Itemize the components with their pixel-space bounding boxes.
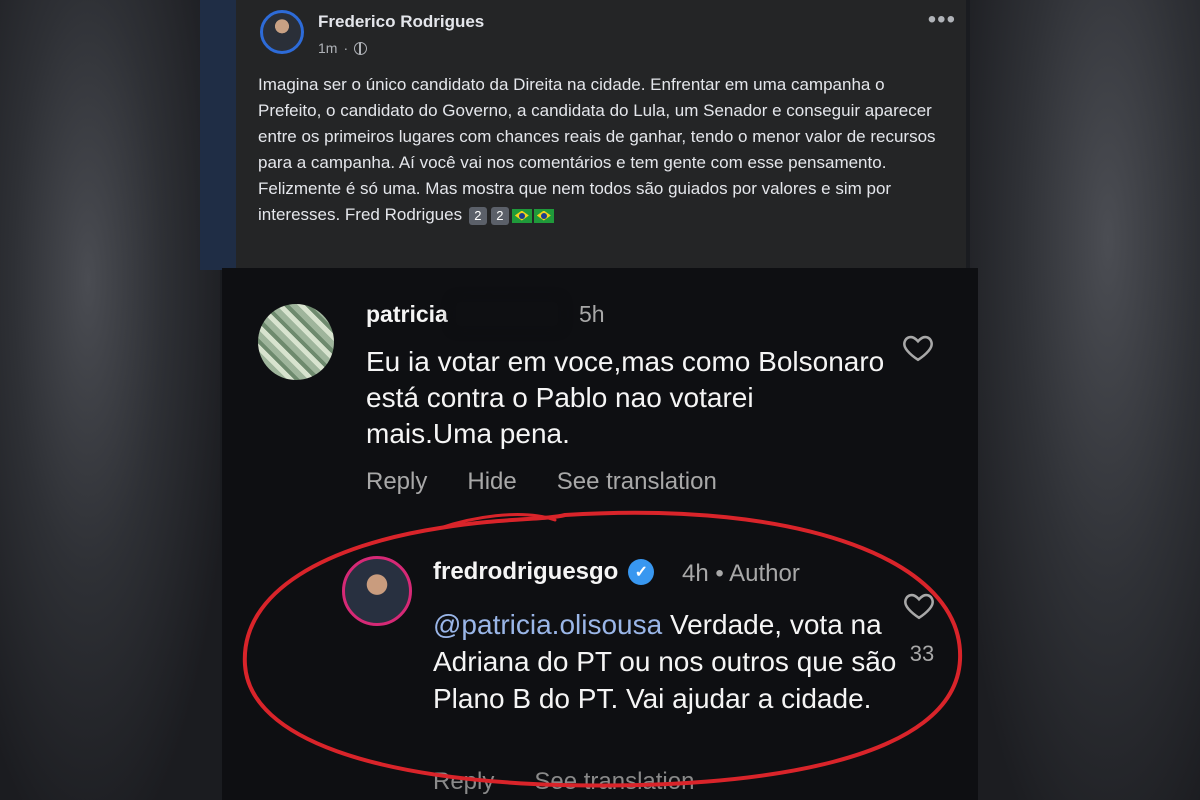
globe-icon: [354, 41, 368, 55]
author-reply-avatar[interactable]: [342, 556, 412, 626]
keycap-2-emoji: 2: [468, 207, 487, 225]
post-time[interactable]: 1m: [318, 40, 337, 56]
reply-button[interactable]: Reply: [366, 468, 427, 496]
comment-actions: Reply Hide See translation: [366, 468, 717, 496]
see-translation-button[interactable]: See translation: [557, 468, 717, 496]
reply-text: @patricia.olisousa Verdade, vota na Adri…: [433, 606, 913, 717]
reply-actions: Reply See translation: [433, 768, 694, 796]
instagram-comments: patricia 5h Eu ia votar em voce,mas como…: [222, 268, 978, 800]
author-avatar[interactable]: [260, 10, 304, 54]
comment-time: 5h: [579, 301, 605, 327]
like-count: 33: [909, 641, 935, 666]
blurred-background-right: [970, 0, 1200, 800]
heart-icon[interactable]: [901, 330, 935, 364]
see-translation-button[interactable]: See translation: [534, 768, 694, 796]
reply-button[interactable]: Reply: [433, 768, 494, 796]
post-paragraph-2-text: Felizmente é só uma. Mas mostra que nem …: [258, 179, 892, 224]
author-name[interactable]: Frederico Rodrigues: [318, 12, 484, 32]
more-horizontal-icon[interactable]: •••: [928, 6, 956, 34]
verified-badge-icon: ✓: [628, 559, 655, 585]
reply-username-row: fredrodriguesgo ✓: [433, 558, 655, 586]
reply-time-author: 4h • Author: [682, 560, 800, 587]
post-meta: 1m ·: [318, 40, 368, 56]
mention-link[interactable]: @patricia.olisousa: [433, 609, 662, 640]
brazil-flag-icon: [533, 208, 554, 223]
post-text: Imagina ser o único candidato da Direita…: [258, 72, 948, 228]
post-paragraph-2: Felizmente é só uma. Mas mostra que nem …: [258, 176, 948, 228]
reply-username[interactable]: fredrodriguesgo: [433, 558, 618, 586]
post-paragraph-1: Imagina ser o único candidato da Direita…: [258, 75, 936, 172]
hide-button[interactable]: Hide: [467, 468, 516, 496]
comment-text: Eu ia votar em voce,mas como Bolsonaro e…: [366, 346, 885, 449]
heart-icon[interactable]: [902, 588, 936, 622]
redacted-name: [456, 302, 558, 326]
blurred-background-strip: [200, 0, 240, 270]
facebook-post: Frederico Rodrigues 1m · ••• Imagina ser…: [236, 0, 966, 268]
blurred-background-left: [0, 0, 220, 800]
commenter-username[interactable]: patricia: [366, 301, 448, 328]
keycap-2-emoji: 2: [490, 207, 509, 225]
commenter-avatar[interactable]: [258, 304, 334, 380]
brazil-flag-icon: [511, 208, 532, 223]
